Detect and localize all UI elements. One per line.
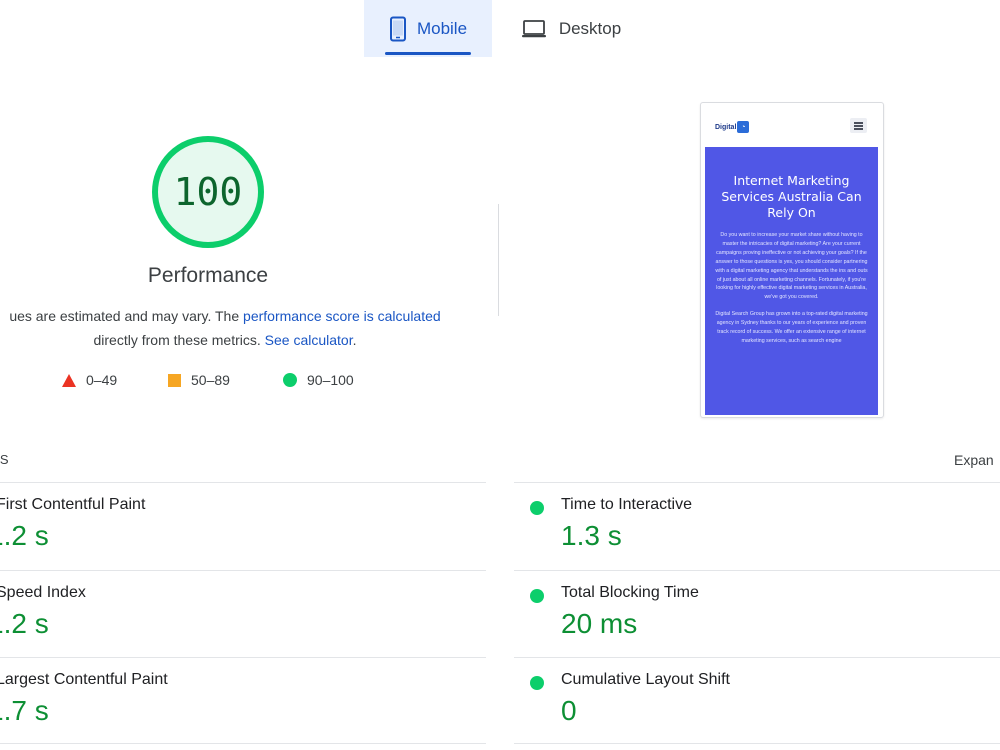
metric-cumulative-layout-shift: Cumulative Layout Shift 0 <box>514 657 1000 745</box>
laptop-icon <box>521 19 547 39</box>
thumbnail-heading: Internet Marketing Services Australia Ca… <box>721 173 862 220</box>
metric-value: 1.3 s <box>561 520 622 551</box>
active-tab-indicator <box>385 52 471 55</box>
metric-first-contentful-paint: First Contentful Paint 1.2 s <box>0 482 486 570</box>
metric-label: Time to Interactive <box>561 496 693 513</box>
description-suffix: . <box>352 332 357 348</box>
metric-label: First Contentful Paint <box>0 496 146 513</box>
device-tabs: Mobile Desktop <box>0 0 1000 57</box>
tab-mobile-label: Mobile <box>416 18 468 38</box>
performance-score-link[interactable]: performance score is calculated <box>243 308 441 324</box>
metric-total-blocking-time: Total Blocking Time 20 ms <box>514 570 1000 658</box>
score-description: ues are estimated and may vary. The perf… <box>0 304 490 352</box>
metric-label: Largest Contentful Paint <box>0 671 168 688</box>
site-logo: Digital ◔ <box>715 120 750 134</box>
description-text: ues are estimated and may vary. The <box>9 308 244 324</box>
metric-value: 0 <box>561 695 577 726</box>
site-logo-text: Digital <box>715 123 737 131</box>
pass-circle-icon <box>530 676 544 690</box>
legend-average-range: 50–89 <box>191 372 230 388</box>
metric-time-to-interactive: Time to Interactive 1.3 s <box>514 482 1000 570</box>
legend-pass: 90–100 <box>283 372 354 388</box>
tab-desktop-label: Desktop <box>558 18 622 38</box>
metric-value: 20 ms <box>561 608 638 639</box>
metric-label: Total Blocking Time <box>561 584 699 601</box>
pass-circle-icon <box>530 501 544 515</box>
metric-label: Speed Index <box>0 584 86 601</box>
hamburger-menu-icon <box>850 118 867 133</box>
thumbnail-site-header: Digital ◔ <box>701 103 883 147</box>
thumbnail-paragraph-1: Do you want to increase your market shar… <box>715 232 868 301</box>
tab-mobile[interactable]: Mobile <box>364 0 492 57</box>
metric-label: Cumulative Layout Shift <box>561 671 730 688</box>
metric-speed-index: Speed Index 1.2 s <box>0 570 486 658</box>
legend-fail: 0–49 <box>62 372 117 388</box>
expand-view-toggle[interactable]: Expan <box>954 452 994 468</box>
vertical-divider <box>498 204 499 316</box>
final-screenshot-thumbnail[interactable]: Digital ◔ Internet Marketing Services Au… <box>700 102 884 418</box>
metric-value: 1.2 s <box>0 520 49 551</box>
tab-desktop[interactable]: Desktop <box>506 0 636 57</box>
metric-largest-contentful-paint: Largest Contentful Paint 1.7 s <box>0 657 486 745</box>
thumbnail-hero: Internet Marketing Services Australia Ca… <box>705 147 878 415</box>
legend-fail-range: 0–49 <box>86 372 118 388</box>
circle-icon <box>283 373 297 387</box>
pass-circle-icon <box>530 589 544 603</box>
smartphone-icon <box>389 16 407 42</box>
metrics-section-title: CS <box>0 452 10 467</box>
thumbnail-paragraph-2: Digital Search Group has grown into a to… <box>715 311 868 344</box>
legend-pass-range: 90–100 <box>307 372 354 388</box>
see-calculator-link[interactable]: See calculator <box>265 332 353 348</box>
site-logo-mark-icon: ◔ <box>737 121 750 133</box>
metric-value: 1.2 s <box>0 608 49 639</box>
metric-value: 1.7 s <box>0 695 49 726</box>
legend-average: 50–89 <box>168 372 230 388</box>
triangle-icon <box>62 373 76 387</box>
performance-label: Performance <box>147 264 269 287</box>
performance-score-gauge: 100 <box>150 134 266 250</box>
performance-score-value: 100 <box>173 170 243 214</box>
square-icon <box>168 373 181 387</box>
description-text-2: directly from these metrics. <box>93 332 265 348</box>
